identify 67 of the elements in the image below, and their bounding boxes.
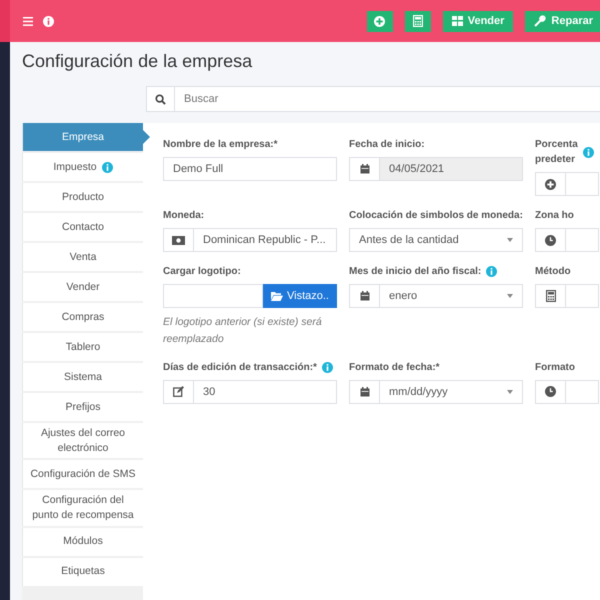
calendar-icon [360, 291, 370, 301]
folder-icon [271, 291, 283, 301]
settings-tab[interactable]: Prefijos [22, 393, 143, 421]
calculator-icon [546, 290, 556, 302]
page-title: Configuración de la empresa [22, 51, 254, 73]
settings-tab[interactable]: Impuesto [22, 153, 143, 181]
field-label: Fecha de inicio: [349, 138, 425, 152]
calendar-icon [360, 164, 370, 174]
settings-tab[interactable]: Compras [22, 303, 143, 331]
caret-icon [507, 390, 513, 394]
caret-icon [507, 294, 513, 298]
field-label: Mes de inicio del año fiscal: [349, 265, 482, 279]
info-icon[interactable] [582, 146, 594, 158]
edit-icon [173, 386, 184, 398]
help-text: El logotipo anterior (si existe) será reemplazado [163, 315, 323, 347]
settings-tab[interactable]: Ajustes del correo electrónico [22, 423, 143, 458]
select-field[interactable]: Antes de la cantidad [349, 228, 523, 252]
field-label: Colocación de simbolos de moneda: [349, 209, 523, 223]
input-field[interactable]: 30 [163, 380, 337, 404]
menu-icon[interactable] [23, 16, 33, 26]
calculator-icon [412, 15, 423, 27]
field-label: Cargar logotipo: [163, 265, 241, 279]
header-icon-button[interactable] [366, 10, 393, 32]
search-icon [155, 94, 166, 104]
clock-icon [545, 234, 556, 246]
settings-tab[interactable]: Producto [22, 183, 143, 211]
field-label: Porcenta predeter [535, 138, 578, 167]
info-icon[interactable] [43, 16, 54, 26]
info-icon[interactable] [322, 362, 333, 373]
clock-icon [545, 386, 556, 398]
input-field[interactable] [535, 228, 599, 252]
select-field[interactable]: enero [349, 284, 523, 308]
input-field[interactable] [535, 172, 599, 196]
calendar-icon [360, 386, 370, 397]
info-icon[interactable] [102, 162, 113, 172]
settings-tab[interactable]: Contacto [22, 213, 143, 241]
file-input-field[interactable] [163, 284, 263, 308]
field-label: Moneda: [163, 209, 204, 223]
input-field[interactable] [535, 380, 599, 404]
settings-tab[interactable]: Vender [22, 273, 143, 301]
field-label: Días de edición de transacción:* [163, 360, 317, 375]
input-field[interactable] [535, 284, 599, 308]
settings-tab[interactable]: Venta [22, 243, 143, 271]
grid-icon [452, 16, 463, 26]
select-field[interactable]: mm/dd/yyyy [349, 380, 523, 404]
field-label: Nombre de la empresa:* [163, 138, 278, 152]
field-label: Método [535, 265, 571, 279]
settings-tab[interactable]: Configuración de SMS [22, 460, 143, 488]
settings-tab[interactable]: Etiquetas [22, 558, 143, 586]
header-icon-button[interactable] [404, 10, 431, 32]
field-label: Formato de fecha:* [349, 360, 440, 375]
plus-circle-icon [545, 178, 556, 190]
settings-tab[interactable]: Configuración del punto de recompensa [22, 490, 143, 526]
settings-tab[interactable]: Tablero [22, 333, 143, 361]
select-field[interactable]: Dominican Republic - P... [163, 228, 337, 252]
input-field[interactable]: Demo Full [163, 157, 337, 181]
settings-tab[interactable]: Sistema [22, 363, 143, 391]
field-label: Zona ho [535, 209, 574, 223]
money-icon [172, 236, 185, 244]
settings-tab[interactable]: Módulos [22, 528, 143, 556]
caret-icon [507, 238, 513, 242]
navbar-corner [0, 0, 10, 42]
field-label: Formato [535, 360, 575, 375]
plus-circle-icon [374, 16, 386, 26]
info-icon[interactable] [486, 266, 498, 277]
wrench-icon [534, 15, 546, 27]
browse-button[interactable]: Vistazo.. [263, 284, 337, 308]
